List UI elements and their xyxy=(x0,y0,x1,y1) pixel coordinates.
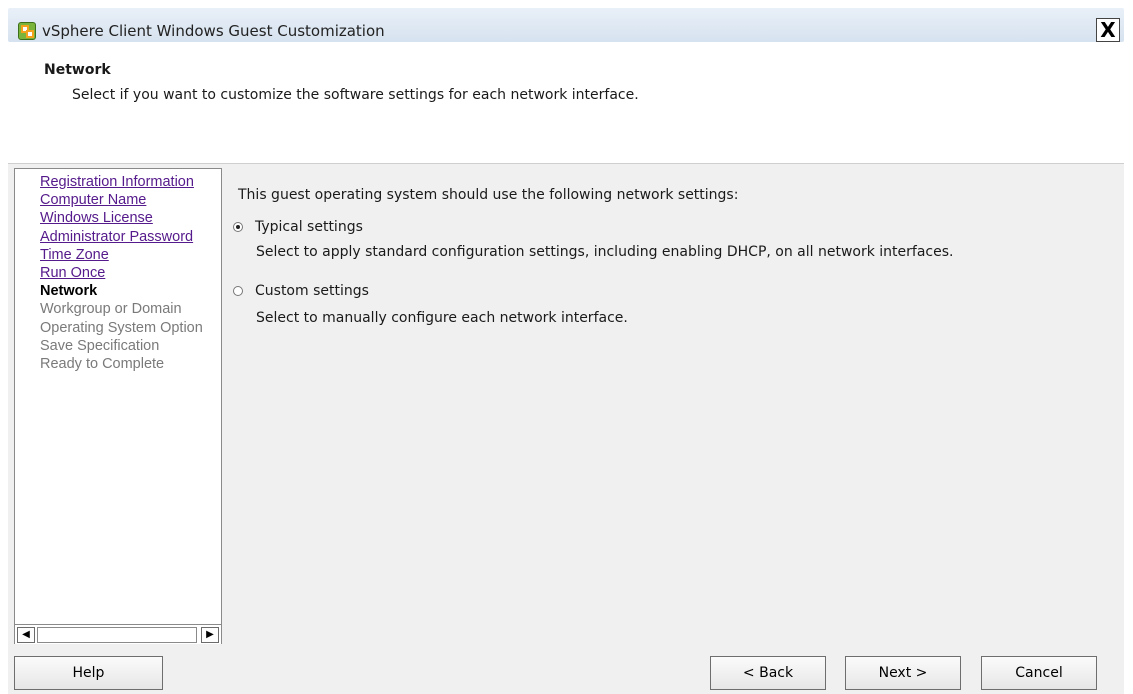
step-time-zone[interactable]: Time Zone xyxy=(40,246,109,264)
window-title: vSphere Client Windows Guest Customizati… xyxy=(42,22,385,40)
network-settings-prompt: This guest operating system should use t… xyxy=(238,187,739,203)
step-windows-license[interactable]: Windows License xyxy=(40,209,153,227)
scroll-right-icon[interactable]: ▶ xyxy=(201,627,219,643)
custom-settings-label[interactable]: Custom settings xyxy=(255,283,369,299)
back-button[interactable]: < Back xyxy=(710,656,826,690)
step-administrator-password[interactable]: Administrator Password xyxy=(40,228,193,246)
custom-settings-option[interactable]: Custom settings xyxy=(233,283,369,299)
step-operating-system-option: Operating System Option xyxy=(40,320,203,336)
step-save-specification: Save Specification xyxy=(40,338,160,354)
cancel-button[interactable]: Cancel xyxy=(981,656,1097,690)
radio-unselected-icon[interactable] xyxy=(233,286,243,296)
step-run-once[interactable]: Run Once xyxy=(40,264,105,282)
horizontal-scrollbar[interactable]: ◀ ▶ xyxy=(15,624,221,644)
help-button[interactable]: Help xyxy=(14,656,163,690)
page-description: Select if you want to customize the soft… xyxy=(72,87,639,103)
wizard-header xyxy=(8,44,1124,164)
next-button[interactable]: Next > xyxy=(845,656,961,690)
custom-settings-description: Select to manually configure each networ… xyxy=(256,310,628,326)
vsphere-icon xyxy=(18,22,36,40)
scrollbar-thumb[interactable] xyxy=(37,627,197,643)
step-network: Network xyxy=(40,283,98,299)
scroll-left-icon[interactable]: ◀ xyxy=(17,627,35,643)
typical-settings-description: Select to apply standard configuration s… xyxy=(256,244,954,260)
step-computer-name[interactable]: Computer Name xyxy=(40,191,146,209)
step-registration-information[interactable]: Registration Information xyxy=(40,173,194,191)
radio-selected-icon[interactable] xyxy=(233,222,243,232)
step-workgroup-or-domain: Workgroup or Domain xyxy=(40,301,182,317)
typical-settings-option[interactable]: Typical settings xyxy=(233,219,363,235)
step-ready-to-complete: Ready to Complete xyxy=(40,356,165,372)
close-button[interactable]: X xyxy=(1096,18,1120,42)
page-title: Network xyxy=(44,62,111,78)
typical-settings-label[interactable]: Typical settings xyxy=(255,219,363,235)
